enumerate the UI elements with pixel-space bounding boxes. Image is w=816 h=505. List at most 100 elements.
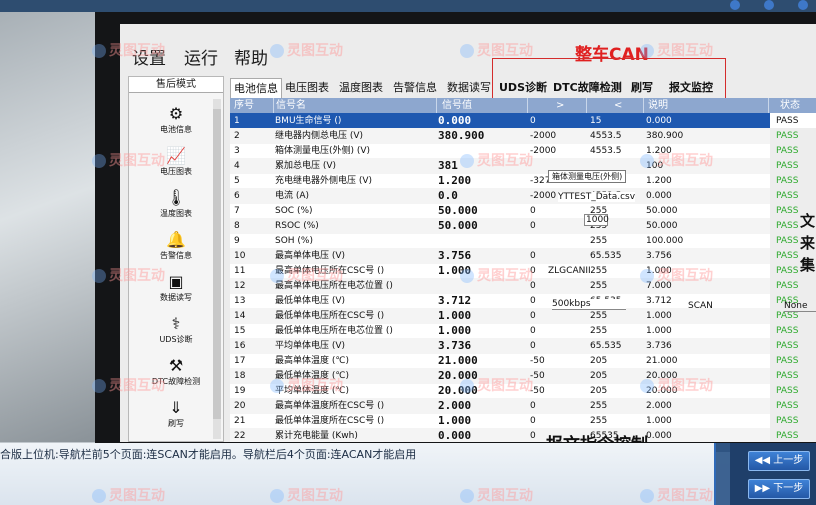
watermark-logo-icon: [460, 269, 474, 283]
watermark: 灵图互动: [270, 40, 343, 60]
next-step-button[interactable]: ▶▶ 下一步: [748, 479, 810, 499]
status: PASS: [776, 236, 799, 246]
tab-battery-info[interactable]: 电池信息: [230, 78, 282, 98]
table-row[interactable]: 1 BMU生命信号 () 0.000 0 15 0.000 PASS: [230, 113, 816, 129]
watermark-logo-icon: [640, 379, 654, 393]
description: 3.756: [646, 251, 672, 261]
description: 50.000: [646, 206, 678, 216]
header-name[interactable]: 信号名: [276, 98, 306, 113]
table-row[interactable]: 15 最低单体电压所在电芯位置 () 1.000 0 255 1.000 PASS: [230, 323, 816, 339]
channel-select[interactable]: None: [784, 301, 816, 312]
watermark-logo-icon: [92, 379, 106, 393]
sidebar-item-temperature-chart[interactable]: 🌡 温度图表: [137, 189, 215, 219]
table-row[interactable]: 22 累计充电能量 (Kwh) 0.000 0 65535 0.000 PASS: [230, 428, 816, 442]
top-icons: [730, 0, 816, 12]
row-index: 9: [234, 236, 240, 246]
bell-icon: 🔔: [166, 230, 186, 249]
status: PASS: [776, 116, 799, 126]
header-value[interactable]: 信号值: [442, 98, 472, 113]
table-row[interactable]: 9 SOH (%) 255 100.000 PASS: [230, 233, 816, 249]
baudrate-select[interactable]: 500kbps: [552, 299, 626, 310]
sidebar-item-alarm-info[interactable]: 🔔 告警信息: [137, 231, 215, 261]
header-max[interactable]: >: [556, 98, 564, 113]
sound-icon[interactable]: [764, 0, 774, 10]
sidebar-item-label: 数据读写: [160, 293, 192, 302]
status: PASS: [776, 341, 799, 351]
prev-step-button[interactable]: ◀◀ 上一步: [748, 451, 810, 471]
row-index: 15: [234, 326, 246, 336]
table-row[interactable]: 7 SOC (%) 50.000 0 255 50.000 PASS: [230, 203, 816, 219]
sidebar-item-battery-info[interactable]: ⚙ 电池信息: [137, 105, 215, 135]
table-row[interactable]: 5充电继电器外侧电压 (V)1.200-3276.830001.200PASS: [230, 173, 816, 189]
tab-voltage-chart[interactable]: 电压图表: [282, 78, 332, 98]
right-edge-char: 文: [800, 212, 816, 230]
max-value: 0: [530, 116, 536, 126]
signal-name: RSOC (%): [275, 221, 319, 231]
signal-name: SOH (%): [275, 236, 313, 246]
tab-message-monitor[interactable]: 报文监控: [666, 78, 716, 98]
header-desc[interactable]: 说明: [648, 98, 668, 113]
header-min[interactable]: <: [614, 98, 622, 113]
row-index: 2: [234, 131, 240, 141]
signal-name: 继电器内侧总电压 (V): [275, 131, 364, 141]
table-row[interactable]: 8 RSOC (%) 50.000 0 255 50.000 PASS: [230, 218, 816, 234]
tab-uds[interactable]: UDS诊断: [496, 78, 550, 98]
monitor-chart-icon: ▣: [168, 272, 184, 291]
watermark-logo-icon: [640, 44, 654, 58]
menu-run[interactable]: 运行: [184, 44, 218, 69]
max-value: 0: [530, 431, 536, 441]
signal-value: 381: [438, 159, 458, 172]
row-index: 13: [234, 296, 246, 306]
status: PASS: [776, 161, 799, 171]
table-row[interactable]: 2 继电器内侧总电压 (V) 380.900 -2000 4553.5 380.900 PA…: [230, 128, 816, 144]
table-row[interactable]: 17 最高单体温度 (℃) 21.000 -50 205 21.000 PASS: [230, 353, 816, 369]
max-value: -2000: [530, 146, 557, 156]
user-icon[interactable]: [798, 0, 808, 10]
watermark: 灵图互动: [270, 265, 343, 285]
thermometer-icon: 🌡: [166, 188, 187, 207]
tab-flash[interactable]: 刷写: [628, 78, 656, 98]
tab-data-rw[interactable]: 数据读写: [444, 78, 494, 98]
tab-dtc[interactable]: DTC故障检测: [550, 78, 625, 98]
watermark: 灵图互动: [92, 485, 165, 505]
status: PASS: [776, 416, 799, 426]
menu-help[interactable]: 帮助: [234, 44, 268, 69]
watermark-text: 灵图互动: [477, 153, 533, 169]
table-row[interactable]: 13最低单体电压 (V)3.712065.5353.712PASS: [230, 293, 816, 309]
header-idx[interactable]: 序号: [234, 98, 254, 113]
watermark: 灵图互动: [92, 375, 165, 395]
sidebar-item-label: 电池信息: [160, 125, 192, 134]
watermark: 灵图互动: [460, 150, 533, 170]
table-row[interactable]: 21 最低单体温度所在CSC号 () 1.000 0 255 1.000 PASS: [230, 413, 816, 429]
table-row[interactable]: 20 最高单体温度所在CSC号 () 2.000 0 255 2.000 PASS: [230, 398, 816, 414]
next-step-label: 下一步: [773, 483, 804, 494]
signal-value: 2.000: [438, 399, 472, 412]
table-row[interactable]: 14 最低单体电压所在CSC号 () 1.000 0 255 1.000 PASS: [230, 308, 816, 324]
description: 3.736: [646, 341, 672, 351]
sidebar-item-uds[interactable]: ⚕ UDS诊断: [137, 315, 215, 345]
sidebar-item-flash[interactable]: ⇓ 刷写: [137, 399, 215, 429]
table-row[interactable]: 6电流 (A)0.0-20004553.50.000PASS: [230, 188, 816, 204]
watermark-logo-icon: [640, 154, 654, 168]
signal-name: 最高单体电压 (V): [275, 251, 346, 261]
header-status[interactable]: 状态: [780, 98, 800, 113]
tab-temperature-chart[interactable]: 温度图表: [336, 78, 386, 98]
help-icon[interactable]: [730, 0, 740, 10]
status: PASS: [776, 371, 799, 381]
signal-name: BMU生命信号 (): [275, 116, 342, 126]
max-value: 0: [530, 251, 536, 261]
watermark-text: 灵图互动: [477, 488, 533, 504]
watermark: 灵图互动: [460, 265, 533, 285]
min-value: 255: [590, 326, 608, 336]
table-row[interactable]: 16 平均单体电压 (V) 3.736 0 65.535 3.736 PASS: [230, 338, 816, 354]
value-input[interactable]: 1000: [584, 214, 609, 226]
watermark-logo-icon: [640, 489, 654, 503]
tab-alarm-info[interactable]: 告警信息: [390, 78, 440, 98]
right-edge-char: 来: [800, 234, 816, 252]
status: PASS: [776, 146, 799, 156]
status: PASS: [776, 176, 799, 186]
description: 0.000: [646, 431, 672, 441]
table-row[interactable]: 10 最高单体电压 (V) 3.756 0 65.535 3.756 PASS: [230, 248, 816, 264]
watermark-logo-icon: [92, 154, 106, 168]
min-value: 205: [590, 386, 608, 396]
